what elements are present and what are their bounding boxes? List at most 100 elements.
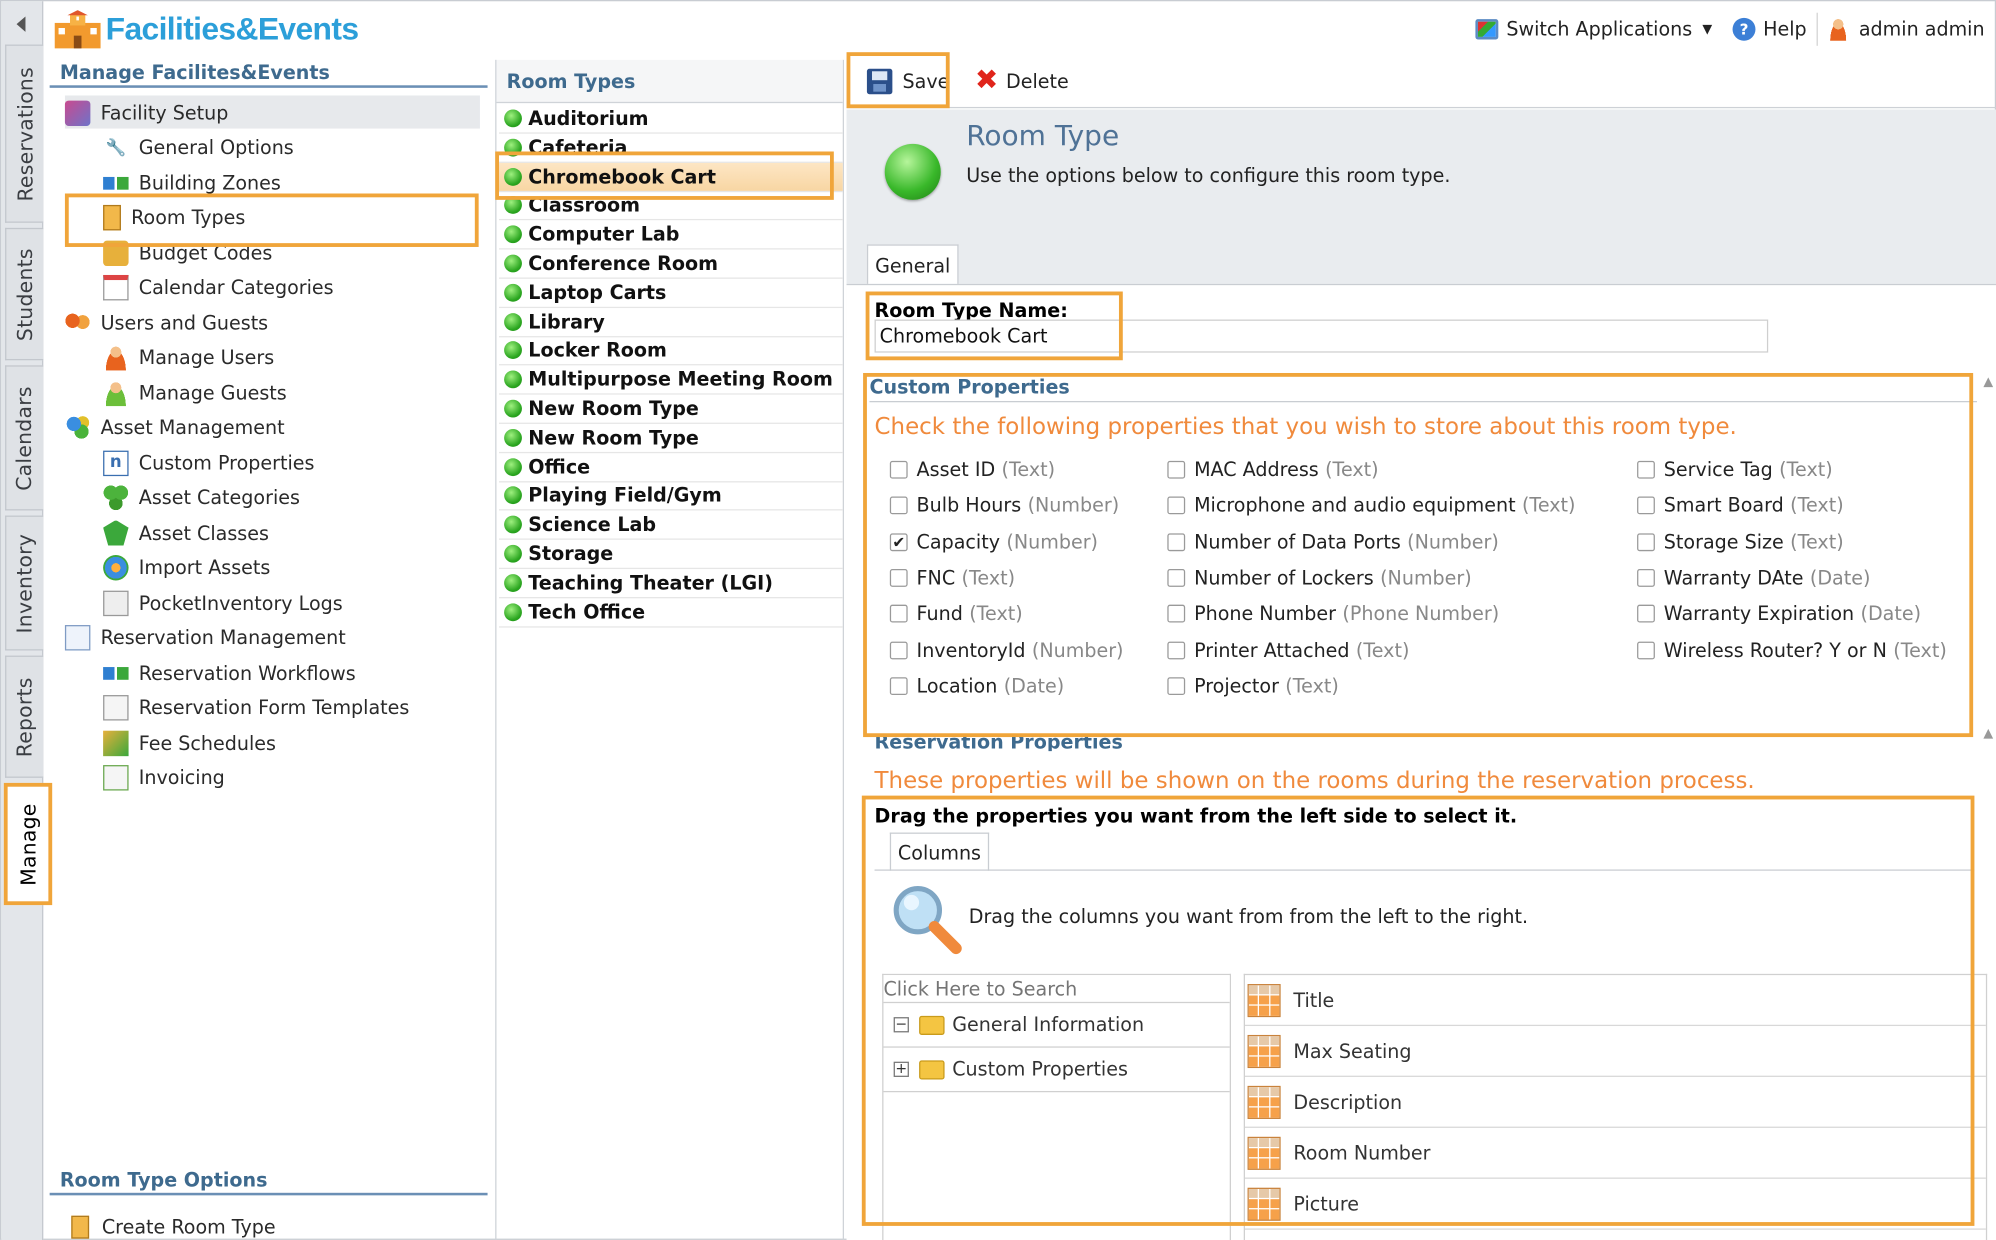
sidebar-item-pocketinventory-logs[interactable]: PocketInventory Logs [103, 586, 343, 620]
sidebar-item-general-options[interactable]: 🔧 General Options [103, 130, 294, 164]
sidebar-item-import-assets[interactable]: Import Assets [103, 551, 270, 585]
room-type-item[interactable]: Computer Lab [499, 220, 843, 250]
checkbox[interactable] [1167, 532, 1186, 551]
sidebar-item-manage-guests[interactable]: Manage Guests [103, 376, 287, 410]
sidebar-item-manage-users[interactable]: Manage Users [103, 341, 274, 375]
sidebar-item-custom-properties[interactable]: n Custom Properties [103, 446, 314, 480]
property-checkbox-row[interactable]: Projector (Text) [1167, 672, 1339, 700]
checkbox[interactable] [889, 568, 908, 587]
property-checkbox-row[interactable]: Warranty Expiration (Date) [1637, 600, 1921, 628]
room-type-item[interactable]: Locker Room [499, 337, 843, 366]
checkbox[interactable] [889, 640, 908, 659]
tab-reservations[interactable]: Reservations [5, 44, 44, 223]
room-type-item[interactable]: Storage [499, 540, 843, 570]
property-checkbox-row[interactable]: ✔ Capacity (Number) [889, 528, 1098, 556]
room-type-item[interactable]: Classroom [499, 191, 843, 221]
expander-icon[interactable]: − [893, 1017, 909, 1033]
sidebar-item-room-types[interactable]: Room Types [103, 200, 245, 234]
tab-manage[interactable]: Manage [3, 782, 53, 906]
checkbox[interactable] [1637, 460, 1655, 479]
sidebar-item-asset-classes[interactable]: Asset Classes [103, 516, 269, 550]
scroll-up-arrow-icon[interactable]: ▲ [1983, 376, 1993, 390]
selected-column-item[interactable]: Max Seating [1244, 1026, 1986, 1077]
checkbox[interactable] [1167, 568, 1186, 587]
sidebar-group-0[interactable]: Facility Setup [64, 95, 228, 129]
tab-reports[interactable]: Reports [5, 655, 44, 778]
room-type-item[interactable]: Multipurpose Meeting Room [499, 366, 843, 395]
checkbox[interactable]: ✔ [889, 532, 908, 551]
room-type-item[interactable]: Cafeteria [499, 133, 843, 163]
switch-applications-button[interactable]: Switch Applications ▼ [1466, 13, 1723, 46]
sidebar-item-asset-categories[interactable]: Asset Categories [103, 481, 300, 515]
property-checkbox-row[interactable]: Bulb Hours (Number) [889, 492, 1119, 520]
selected-column-item[interactable]: Room Number [1244, 1128, 1986, 1179]
property-checkbox-row[interactable]: Wireless Router? Y or N (Text) [1637, 636, 1947, 664]
tab-columns[interactable]: Columns [889, 832, 990, 871]
sidebar-group-2[interactable]: Asset Management [64, 411, 285, 445]
selected-column-item[interactable]: Picture [1244, 1179, 1986, 1230]
property-checkbox-row[interactable]: InventoryId (Number) [889, 636, 1124, 664]
checkbox[interactable] [1637, 640, 1655, 659]
property-checkbox-row[interactable]: Smart Board (Text) [1637, 492, 1844, 520]
checkbox[interactable] [889, 676, 908, 695]
sidebar-item-budget-codes[interactable]: Budget Codes [103, 236, 272, 270]
checkbox[interactable] [1167, 676, 1186, 695]
checkbox[interactable] [1637, 604, 1655, 623]
sidebar-group-1[interactable]: Users and Guests [64, 306, 268, 340]
property-checkbox-row[interactable]: Location (Date) [889, 672, 1064, 700]
help-button[interactable]: ? Help [1722, 13, 1816, 46]
property-checkbox-row[interactable]: Fund (Text) [889, 600, 1023, 628]
checkbox[interactable] [1167, 604, 1186, 623]
property-checkbox-row[interactable]: Warranty DAte (Date) [1637, 564, 1870, 592]
property-checkbox-row[interactable]: Service Tag (Text) [1637, 456, 1833, 484]
checkbox[interactable] [1637, 568, 1655, 587]
property-checkbox-row[interactable]: MAC Address (Text) [1167, 456, 1379, 484]
sidebar-item-invoicing[interactable]: Invoicing [103, 761, 225, 795]
room-type-item[interactable]: Conference Room [499, 250, 843, 279]
tab-inventory[interactable]: Inventory [5, 515, 44, 651]
sidebar-group-3[interactable]: Reservation Management [64, 621, 346, 655]
checkbox[interactable] [1637, 532, 1655, 551]
room-type-item[interactable]: Library [499, 308, 843, 337]
sidebar-item-reservation-form-templates[interactable]: Reservation Form Templates [103, 691, 409, 725]
room-type-item[interactable]: Teaching Theater (LGI) [499, 569, 843, 599]
room-type-item[interactable]: Auditorium [499, 104, 843, 134]
tree-node[interactable]: − General Information [883, 1003, 1230, 1048]
tree-node[interactable]: + Custom Properties [883, 1048, 1230, 1093]
tab-general[interactable]: General [866, 244, 959, 286]
room-type-item[interactable]: New Room Type [499, 424, 843, 453]
checkbox[interactable] [1167, 460, 1186, 479]
scroll-down-arrow-icon[interactable]: ▲ [1983, 727, 1993, 741]
checkbox[interactable] [1637, 496, 1655, 515]
property-checkbox-row[interactable]: Microphone and audio equipment (Text) [1167, 492, 1575, 520]
create-room-type-link[interactable]: Create Room Type [67, 1209, 276, 1240]
expander-icon[interactable]: + [893, 1061, 909, 1077]
room-type-item[interactable]: Science Lab [499, 511, 843, 540]
room-type-item[interactable]: Tech Office [499, 598, 843, 628]
checkbox[interactable] [1167, 640, 1186, 659]
sidebar-item-calendar-categories[interactable]: Calendar Categories [103, 271, 334, 305]
delete-button[interactable]: ✖ Delete [962, 58, 1081, 104]
property-checkbox-row[interactable]: Phone Number (Phone Number) [1167, 600, 1499, 628]
save-button[interactable]: Save [854, 58, 962, 104]
search-input[interactable] [883, 975, 1230, 1004]
checkbox[interactable] [889, 460, 908, 479]
room-type-name-input[interactable] [874, 319, 1769, 353]
property-checkbox-row[interactable]: Number of Lockers (Number) [1167, 564, 1472, 592]
room-type-item[interactable]: Office [499, 453, 843, 482]
selected-column-item[interactable]: Description [1244, 1077, 1986, 1128]
property-checkbox-row[interactable]: Printer Attached (Text) [1167, 636, 1409, 664]
tab-calendars[interactable]: Calendars [5, 365, 44, 511]
user-menu[interactable]: admin admin [1818, 13, 1995, 46]
property-checkbox-row[interactable]: FNC (Text) [889, 564, 1015, 592]
room-type-item[interactable]: Playing Field/Gym [499, 482, 843, 511]
property-checkbox-row[interactable]: Asset ID (Text) [889, 456, 1055, 484]
room-type-item[interactable]: Laptop Carts [499, 279, 843, 308]
tab-students[interactable]: Students [5, 227, 44, 361]
room-type-item[interactable]: New Room Type [499, 395, 843, 424]
sidebar-item-fee-schedules[interactable]: Fee Schedules [103, 726, 276, 760]
selected-column-item[interactable]: Title [1244, 975, 1986, 1027]
sidebar-item-building-zones[interactable]: Building Zones [103, 165, 281, 199]
room-type-item[interactable]: Chromebook Cart [499, 162, 843, 192]
checkbox[interactable] [889, 604, 908, 623]
